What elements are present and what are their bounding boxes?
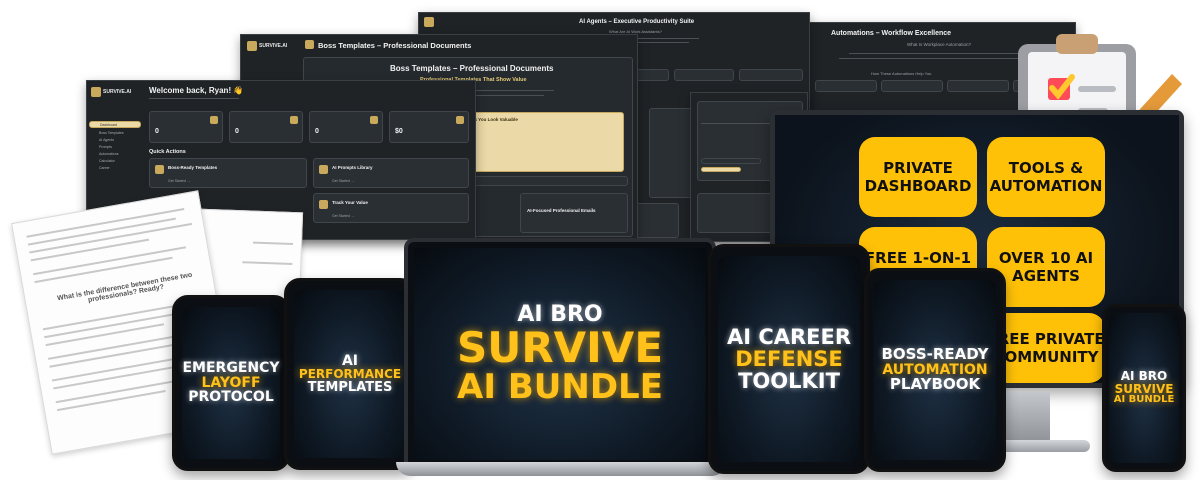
stat-value: 0 xyxy=(235,128,239,135)
automations-title: Automations – Workflow Excellence xyxy=(831,30,952,37)
sidebar-label: Prompts xyxy=(99,145,113,149)
cover-boss-line3: PLAYBOOK xyxy=(889,375,981,394)
action-card[interactable]: Boss-Ready Templates Get Started → xyxy=(149,158,307,188)
templates-panel-title: Boss Templates – Professional Documents xyxy=(390,64,554,73)
sidebar-label: AI Agents xyxy=(99,138,114,142)
automations-section: How These Automations Help You xyxy=(871,71,932,76)
stat-card: 0 xyxy=(229,111,303,143)
cover-laptop-line2: SURVIVE xyxy=(456,322,664,372)
stat-card: 0 xyxy=(149,111,223,143)
quick-actions-heading: Quick Actions xyxy=(149,149,186,155)
sidebar-item-dashboard[interactable]: Dashboard xyxy=(89,121,141,128)
tablet-career: AI CAREER DEFENSE TOOLKIT xyxy=(708,244,870,474)
sidebar-item-automations[interactable]: Automations xyxy=(89,152,143,156)
phone: AI BRO SURVIVE AI BUNDLE xyxy=(1102,304,1186,472)
cover-laptop-line3: AI BUNDLE xyxy=(457,366,663,407)
monitor-stand xyxy=(1000,392,1050,444)
action-card[interactable]: Track Your Value Get Started → xyxy=(313,193,469,223)
cover-career-line2: DEFENSE xyxy=(735,346,843,371)
sidebar-item-career[interactable]: Career xyxy=(89,166,143,170)
badge-private-dashboard: PRIVATE DASHBOARD xyxy=(859,137,977,217)
sidebar-item-agents[interactable]: AI Agents xyxy=(89,138,143,142)
sidebar-label: Career xyxy=(99,166,110,170)
emails-card-title: AI-Focused Professional Emails xyxy=(527,208,596,213)
stat-value: $0 xyxy=(395,128,403,135)
action-cta[interactable]: Get Started → xyxy=(168,179,190,183)
action-title: Boss-Ready Templates xyxy=(168,165,218,170)
tablet-performance: AI PERFORMANCE TEMPLATES xyxy=(284,278,416,470)
cover-phone-line1: AI BRO xyxy=(1120,369,1168,384)
cover-career-line1: AI CAREER xyxy=(726,324,852,349)
sidebar-item-prompts[interactable]: Prompts xyxy=(89,145,143,149)
stat-card: $0 xyxy=(389,111,469,143)
badge-tools-automation: TOOLS & AUTOMATION xyxy=(987,137,1105,217)
cover-layoff-line3: PROTOCOL xyxy=(188,389,274,406)
sidebar-label: Automations xyxy=(99,152,119,156)
tablet-layoff: EMERGENCY LAYOFF PROTOCOL xyxy=(172,295,290,471)
sidebar-label: Boss Templates xyxy=(99,131,124,135)
cover-performance-line3: TEMPLATES xyxy=(307,379,393,395)
cover-phone-line3: AI BUNDLE xyxy=(1113,394,1175,406)
action-card[interactable]: AI Prompts Library Get Started → xyxy=(313,158,469,188)
cover-layoff-line1: EMERGENCY xyxy=(182,359,280,376)
sidebar-item-calculator[interactable]: Calculator xyxy=(89,159,143,163)
cover-career-line3: TOOLKIT xyxy=(738,369,840,394)
cover-performance-line2: PERFORMANCE xyxy=(298,367,402,382)
agents-title: AI Agents – Executive Productivity Suite xyxy=(579,19,695,25)
templates-title: Boss Templates – Professional Documents xyxy=(318,41,472,50)
tablet-boss: BOSS-READY AUTOMATION PLAYBOOK xyxy=(864,268,1006,472)
cover-boss-line1: BOSS-READY xyxy=(881,344,989,363)
action-cta[interactable]: Get Started → xyxy=(332,214,354,218)
stat-value: 0 xyxy=(155,128,159,135)
sidebar-item-templates[interactable]: Boss Templates xyxy=(89,131,143,135)
action-cta[interactable]: Get Started → xyxy=(332,179,354,183)
laptop: AI BRO SURVIVE AI BUNDLE xyxy=(404,238,716,470)
sidebar-label: Calculator xyxy=(99,159,115,163)
templates-brand: SURVIVE.AI xyxy=(259,43,288,49)
action-title: Track Your Value xyxy=(332,200,368,205)
welcome-title: Welcome back, Ryan! 👋 xyxy=(149,86,244,95)
stat-card: 0 xyxy=(309,111,383,143)
automations-subtitle: What Is Workplace Automation? xyxy=(907,42,971,47)
dashboard-brand: SURVIVE.AI xyxy=(103,89,132,95)
stat-value: 0 xyxy=(315,128,319,135)
laptop-base xyxy=(396,462,726,476)
sidebar: Dashboard Boss Templates AI Agents Promp… xyxy=(89,121,143,170)
action-title: AI Prompts Library xyxy=(332,165,373,170)
sidebar-label: Dashboard xyxy=(100,123,118,127)
